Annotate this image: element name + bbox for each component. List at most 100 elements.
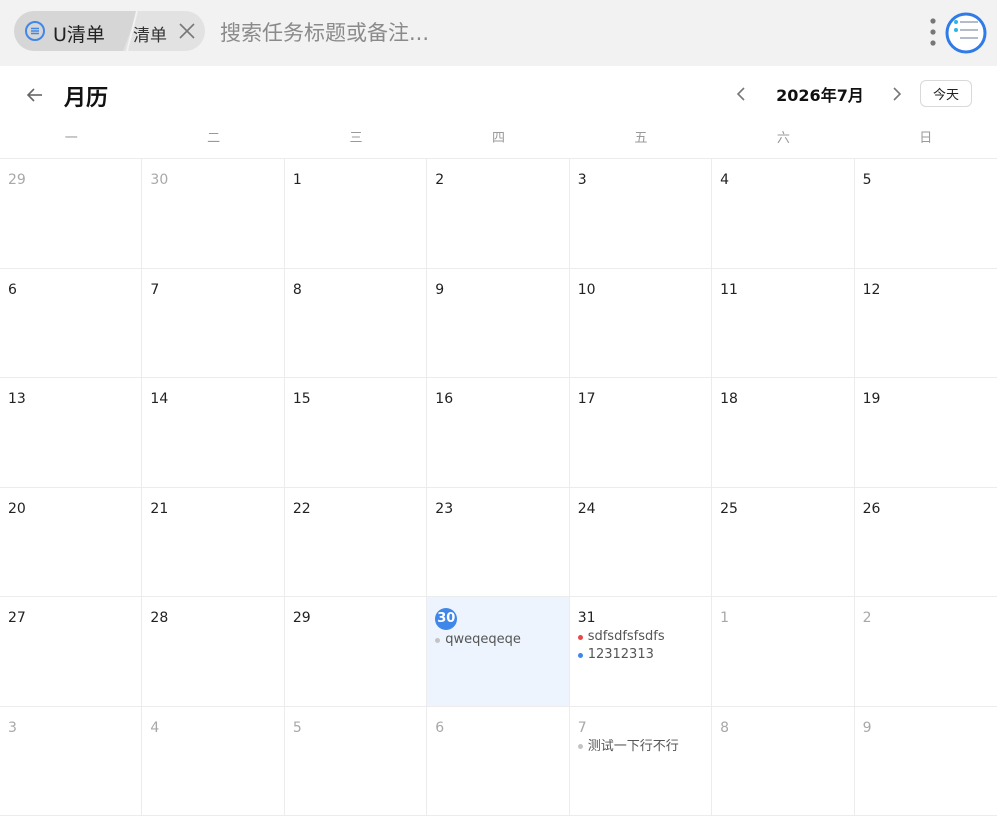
day-number: 5	[862, 172, 872, 188]
day-number: 11	[720, 281, 738, 298]
day-number: 19	[862, 391, 881, 407]
task-item[interactable]: qweqeqeqe	[435, 632, 560, 648]
weekday-fri: 五	[634, 131, 648, 146]
month-label: 2026年7月	[776, 86, 864, 105]
day-number: 9	[435, 281, 445, 298]
search-input[interactable]	[220, 13, 900, 53]
task-item[interactable]: 12312313	[577, 647, 703, 663]
day-cell[interactable]: 16	[427, 378, 570, 488]
day-number: 29	[8, 172, 26, 188]
day-cell[interactable]: 3	[0, 706, 143, 816]
tab-u-list-label: U清单	[53, 24, 105, 46]
day-cell[interactable]: 4	[142, 706, 285, 816]
day-cell[interactable]: 19	[854, 378, 997, 488]
day-number: 7	[577, 719, 587, 736]
day-number: 16	[435, 391, 454, 407]
day-number: 12	[862, 281, 881, 298]
task-title: qweqeqeqe	[445, 632, 521, 647]
day-cell[interactable]: 9	[854, 707, 997, 816]
task-item[interactable]: sdfsdfsfsdfs	[577, 629, 703, 645]
day-number: 24	[577, 500, 596, 517]
day-number: 7	[150, 281, 160, 298]
day-number: 30	[150, 172, 169, 188]
today-button[interactable]: 今天	[920, 80, 972, 107]
page-title: 月历	[64, 86, 109, 111]
day-number: 22	[292, 500, 311, 517]
day-cell[interactable]: 26	[854, 488, 997, 597]
day-number: 15	[292, 391, 311, 407]
day-cell[interactable]: 5	[284, 706, 428, 816]
day-cell[interactable]: 30	[142, 159, 285, 269]
weekday-sat: 六	[776, 131, 790, 146]
list-circle-icon	[25, 21, 45, 41]
day-cell[interactable]: 25	[712, 487, 855, 597]
day-number: 4	[720, 172, 730, 188]
task-dot-icon	[577, 634, 583, 640]
back-button[interactable]	[22, 82, 48, 108]
day-cell[interactable]: 28	[142, 597, 285, 707]
day-cell[interactable]: 15	[284, 378, 428, 488]
calendar-grid: 29 30 1 2 3 4 5 6 7 8 9 10 11 12 13 14 15 16 17 18 19 20 21 22 2…	[0, 158, 997, 816]
day-cell[interactable]: 7	[142, 268, 285, 378]
close-icon[interactable]	[178, 22, 196, 40]
day-cell[interactable]: 11	[712, 268, 855, 378]
day-cell[interactable]: 4	[712, 159, 855, 269]
day-cell-today[interactable]: 30 qweqeqeqe	[427, 597, 570, 707]
day-number: 29	[292, 610, 311, 626]
next-month-button[interactable]	[886, 83, 908, 105]
day-number: 2	[862, 610, 872, 626]
day-cell[interactable]: 12	[854, 269, 997, 378]
task-title: 测试一下行不行	[587, 738, 679, 754]
day-cell[interactable]: 13	[0, 378, 143, 488]
day-cell[interactable]: 6	[427, 706, 570, 816]
day-cell[interactable]: 27	[0, 597, 143, 707]
day-cell[interactable]: 8	[284, 268, 428, 378]
day-cell[interactable]: 3	[569, 159, 713, 269]
day-cell[interactable]: 1	[284, 159, 428, 269]
day-number: 10	[577, 281, 596, 298]
day-cell[interactable]: 18	[712, 378, 855, 488]
tab-list-label[interactable]: 清单	[133, 21, 167, 46]
day-number: 9	[862, 719, 872, 736]
day-number: 27	[8, 610, 26, 626]
day-cell[interactable]: 14	[142, 378, 285, 488]
day-number: 28	[150, 610, 169, 626]
day-cell[interactable]: 6	[0, 268, 143, 378]
tab-u-list[interactable]: U清单	[14, 11, 138, 51]
prev-month-button[interactable]	[730, 83, 752, 105]
day-cell[interactable]: 9	[427, 268, 570, 378]
day-cell[interactable]: 2	[427, 159, 570, 269]
day-cell[interactable]: 31 sdfsdfsfsdfs 12312313	[569, 597, 713, 707]
day-cell[interactable]: 5	[854, 159, 997, 269]
day-number: 30	[435, 608, 458, 630]
day-number: 1	[720, 610, 730, 626]
day-cell[interactable]: 24	[569, 487, 713, 597]
weekday-tue: 二	[207, 131, 221, 146]
day-cell[interactable]: 17	[569, 378, 713, 488]
day-number: 6	[435, 719, 445, 736]
app-logo-icon[interactable]	[944, 11, 988, 55]
day-cell[interactable]: 1	[712, 597, 855, 707]
day-cell[interactable]: 20	[0, 487, 143, 597]
day-cell[interactable]: 8	[712, 706, 855, 816]
day-cell[interactable]: 7 测试一下行不行	[569, 706, 713, 816]
day-cell[interactable]: 23	[427, 487, 570, 597]
day-number: 18	[720, 391, 738, 407]
day-cell[interactable]: 29	[0, 159, 143, 269]
day-cell[interactable]: 22	[284, 487, 428, 597]
day-number: 3	[8, 719, 17, 736]
more-vertical-icon[interactable]	[926, 16, 940, 48]
task-title: 12312313	[587, 647, 654, 662]
task-dot-icon	[435, 637, 441, 643]
list-tabs: U清单 清单	[14, 11, 205, 51]
day-number: 13	[8, 391, 26, 407]
day-cell[interactable]: 21	[142, 487, 285, 597]
day-number: 8	[720, 719, 730, 736]
task-title: sdfsdfsfsdfs	[587, 629, 665, 644]
day-cell[interactable]: 10	[569, 268, 713, 378]
top-bar: U清单 清单	[0, 0, 997, 66]
task-item[interactable]: 测试一下行不行	[577, 738, 703, 755]
day-cell[interactable]: 2	[854, 597, 997, 707]
day-number: 23	[435, 500, 454, 517]
day-cell[interactable]: 29	[284, 597, 428, 707]
